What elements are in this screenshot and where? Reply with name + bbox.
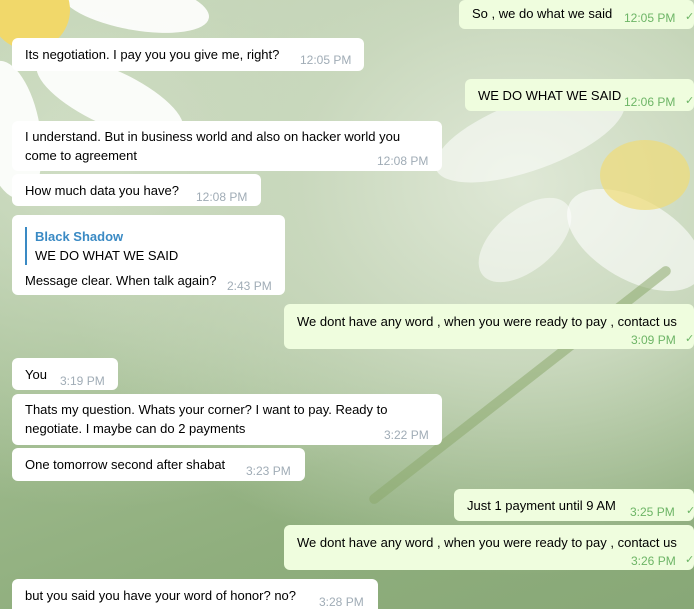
message-incoming[interactable]: Thats my question. Whats your corner? I … xyxy=(12,394,442,445)
check-icon: ✓ xyxy=(686,505,694,517)
check-icon: ✓ xyxy=(685,554,694,566)
message-time: 3:25 PM xyxy=(630,505,675,519)
message-time: 12:08 PM xyxy=(196,190,248,204)
flower-center xyxy=(600,140,690,210)
flower-petal xyxy=(463,181,587,299)
message-text: but you said you have your word of honor… xyxy=(25,588,297,603)
message-outgoing[interactable]: We dont have any word , when you were re… xyxy=(284,525,694,570)
flower-stem xyxy=(367,264,673,506)
message-text: We dont have any word , when you were re… xyxy=(297,314,677,329)
message-text: One tomorrow second after shabat xyxy=(25,457,226,472)
message-time: 3:09 PM xyxy=(631,333,676,347)
message-incoming[interactable]: Its negotiation. I pay you you give me, … xyxy=(12,38,364,71)
flower-petal xyxy=(56,0,214,43)
message-text: Its negotiation. I pay you you give me, … xyxy=(25,47,280,62)
reply-author: Black Shadow xyxy=(35,229,124,244)
message-text-line: Thats my question. Whats your corner? I … xyxy=(25,402,388,417)
message-time: 3:19 PM xyxy=(60,374,105,388)
message-incoming[interactable]: You 3:19 PM xyxy=(12,358,118,390)
message-text: Just 1 payment until 9 AM xyxy=(467,498,616,513)
message-incoming[interactable]: I understand. But in business world and … xyxy=(12,121,442,171)
message-text: So , we do what we said xyxy=(472,6,613,21)
message-outgoing[interactable]: Just 1 payment until 9 AM 3:25 PM ✓ xyxy=(454,489,694,521)
message-incoming-reply[interactable]: Black Shadow WE DO WHAT WE SAID Message … xyxy=(12,215,285,295)
message-text: Message clear. When talk again? xyxy=(25,273,217,288)
message-time: 12:05 PM xyxy=(300,53,352,67)
message-time: 3:22 PM xyxy=(384,428,429,442)
message-time: 12:05 PM xyxy=(624,11,676,25)
message-outgoing[interactable]: We dont have any word , when you were re… xyxy=(284,304,694,349)
message-text: You xyxy=(25,367,47,382)
reply-quote[interactable]: Black Shadow WE DO WHAT WE SAID xyxy=(25,227,273,265)
message-time: 12:08 PM xyxy=(377,154,429,168)
reply-text: WE DO WHAT WE SAID xyxy=(35,248,179,263)
check-icon: ✓ xyxy=(685,95,694,107)
message-time: 3:23 PM xyxy=(246,464,291,478)
message-text-line: come to agreement xyxy=(25,148,138,163)
message-text-line: negotiate. I maybe can do 2 payments xyxy=(25,421,246,436)
message-outgoing[interactable]: WE DO WHAT WE SAID 12:06 PM ✓ xyxy=(465,79,694,111)
message-time: 12:06 PM xyxy=(624,95,676,109)
message-text: How much data you have? xyxy=(25,183,179,198)
message-text: WE DO WHAT WE SAID xyxy=(478,88,622,103)
message-incoming[interactable]: but you said you have your word of honor… xyxy=(12,579,378,609)
message-text: We dont have any word , when you were re… xyxy=(297,535,677,550)
message-outgoing[interactable]: So , we do what we said 12:05 PM ✓ xyxy=(459,0,694,29)
message-incoming[interactable]: How much data you have? 12:08 PM xyxy=(12,174,261,206)
message-time: 3:28 PM xyxy=(319,595,364,609)
message-incoming[interactable]: One tomorrow second after shabat 3:23 PM xyxy=(12,448,305,481)
message-text-line: I understand. But in business world and … xyxy=(25,129,401,144)
message-time: 3:26 PM xyxy=(631,554,676,568)
check-icon: ✓ xyxy=(685,11,694,23)
message-time: 2:43 PM xyxy=(227,279,272,293)
check-icon: ✓ xyxy=(685,333,694,345)
